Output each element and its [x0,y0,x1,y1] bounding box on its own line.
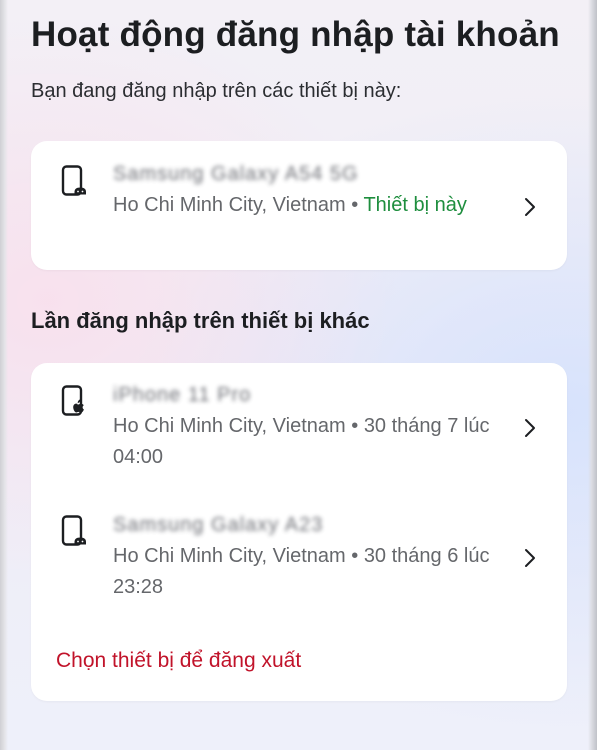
other-sessions-heading: Lần đăng nhập trên thiết bị khác [31,308,370,333]
page-title: Hoạt động đăng nhập tài khoản [31,15,560,54]
android-phone-icon [61,165,86,196]
device-name: Samsung Galaxy A54 5G [113,163,359,185]
separator: • [345,194,364,216]
page-subtitle: Bạn đang đăng nhập trên các thiết bị này… [31,80,402,102]
session-item[interactable]: iPhone 11 Pro Ho Chi Minh City, Vietnam … [31,363,567,493]
session-location: Ho Chi Minh City, Vietnam [113,194,346,216]
chevron-right-icon [525,419,535,437]
this-device-badge: Thiết bị này [363,194,467,216]
other-sessions-card: iPhone 11 Pro Ho Chi Minh City, Vietnam … [31,363,567,701]
select-device-logout-link[interactable]: Chọn thiết bị để đăng xuất [56,647,301,675]
window-right-edge [588,0,597,750]
session-location: Ho Chi Minh City, Vietnam [113,545,346,567]
separator: • [345,545,364,567]
current-session-item[interactable]: Samsung Galaxy A54 5G Ho Chi Minh City, … [31,141,567,270]
session-details: Ho Chi Minh City, Vietnam • Thiết bị này [113,190,507,221]
chevron-right-icon [525,198,535,216]
login-activity-page: Hoạt động đăng nhập tài khoản Bạn đang đ… [31,0,567,701]
device-name: Samsung Galaxy A23 [113,514,324,536]
session-location: Ho Chi Minh City, Vietnam [113,415,346,437]
apple-phone-icon [61,385,84,416]
separator: • [345,415,364,437]
android-phone-icon [61,515,86,546]
chevron-right-icon [525,549,535,567]
current-session-card: Samsung Galaxy A54 5G Ho Chi Minh City, … [31,141,567,270]
session-details: Ho Chi Minh City, Vietnam • 30 tháng 6 l… [113,541,507,603]
device-name: iPhone 11 Pro [113,384,252,406]
window-left-edge [0,0,8,750]
session-details: Ho Chi Minh City, Vietnam • 30 tháng 7 l… [113,411,507,473]
session-item[interactable]: Samsung Galaxy A23 Ho Chi Minh City, Vie… [31,493,567,623]
